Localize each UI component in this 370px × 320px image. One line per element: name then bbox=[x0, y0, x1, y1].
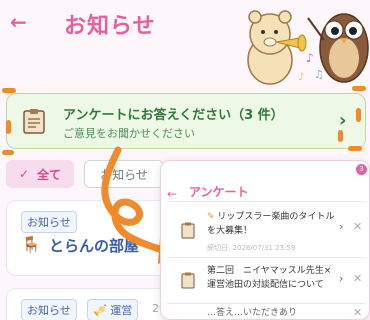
filter-notice-chip[interactable]: お知らせ bbox=[84, 160, 164, 188]
annotation-dash bbox=[338, 130, 343, 142]
survey-item-deadline: 締切日: 2026/07/31 23:59 bbox=[207, 244, 296, 252]
survey-list-item[interactable]: …答え…いただきあり ✕ bbox=[167, 303, 365, 320]
annotation-dash bbox=[6, 120, 11, 134]
survey-item-text: 第二回 ニイヤマッスル先生×運営池田の対談配信について bbox=[207, 266, 332, 290]
overlay-title: アンケート bbox=[189, 185, 249, 199]
chevron-right-icon: › bbox=[339, 220, 344, 233]
clipboard-icon bbox=[181, 222, 195, 239]
annotation-dash bbox=[2, 150, 14, 155]
svg-text:♪: ♪ bbox=[298, 72, 304, 83]
filter-all-chip[interactable]: ✓ 全て bbox=[6, 160, 74, 188]
back-arrow-icon[interactable]: ← bbox=[10, 10, 27, 34]
chair-icon: 🪑 bbox=[21, 235, 41, 254]
overlay-count-badge: 3 bbox=[356, 164, 367, 175]
survey-list-item[interactable]: ✎ リップスラー楽曲のタイトルを大募集！ 締切日: 2026/07/31 23:… bbox=[167, 201, 365, 255]
annotation-dash bbox=[2, 88, 16, 93]
close-icon[interactable]: ✕ bbox=[353, 306, 362, 319]
svg-text:♪: ♪ bbox=[306, 51, 314, 65]
survey-list-item[interactable]: 第二回 ニイヤマッスル先生×運営池田の対談配信について › ✕ bbox=[167, 257, 365, 301]
close-icon[interactable]: ✕ bbox=[353, 272, 362, 285]
overlay-header: ← アンケート 3 bbox=[161, 161, 370, 201]
clipboard-icon bbox=[23, 109, 45, 134]
survey-item-text: リップスラー楽曲のタイトルを大募集！ bbox=[207, 212, 335, 236]
chevron-right-icon: › bbox=[339, 272, 344, 285]
survey-item-title: ✎ リップスラー楽曲のタイトルを大募集！ bbox=[207, 210, 337, 238]
svg-text:♫: ♫ bbox=[314, 68, 324, 81]
clipboard-icon bbox=[181, 272, 195, 289]
check-icon: ✓ bbox=[18, 167, 30, 181]
survey-banner-title: アンケートにお答えください（3 件） bbox=[63, 108, 284, 123]
category-tag: お知らせ bbox=[21, 211, 77, 233]
card-title: とらんの部屋 bbox=[49, 237, 140, 255]
category-tag: 🎺 運営 bbox=[87, 299, 139, 320]
header: ← お知らせ ♪ ♫ ♪ bbox=[0, 0, 370, 85]
mascots-illustration: ♪ ♫ ♪ bbox=[247, 10, 369, 85]
category-tag-label: 運営 bbox=[110, 304, 133, 317]
pencil-icon: ✎ bbox=[207, 212, 215, 222]
survey-overlay-panel: ← アンケート 3 ✎ リップスラー楽曲のタイトルを大募集！ 締切日: 2026… bbox=[160, 160, 370, 320]
annotation-dash bbox=[348, 146, 362, 151]
category-tag: お知らせ bbox=[21, 299, 77, 320]
survey-item-text: …答え…いただきあり bbox=[207, 308, 298, 318]
trumpet-icon: 🎺 bbox=[93, 304, 107, 317]
survey-banner-subtitle: ご意見をお聞かせください bbox=[63, 127, 195, 140]
filter-all-label: 全て bbox=[37, 167, 62, 182]
page-title: お知らせ bbox=[64, 14, 156, 39]
survey-banner[interactable]: アンケートにお答えください（3 件） ご意見をお聞かせください › bbox=[6, 93, 366, 149]
overlay-back-icon[interactable]: ← bbox=[167, 187, 177, 201]
annotation-dash bbox=[352, 86, 366, 91]
annotation-dash bbox=[356, 108, 361, 122]
close-icon[interactable]: ✕ bbox=[353, 220, 362, 233]
filter-notice-label: お知らせ bbox=[100, 167, 148, 182]
chevron-right-icon: › bbox=[339, 110, 347, 131]
